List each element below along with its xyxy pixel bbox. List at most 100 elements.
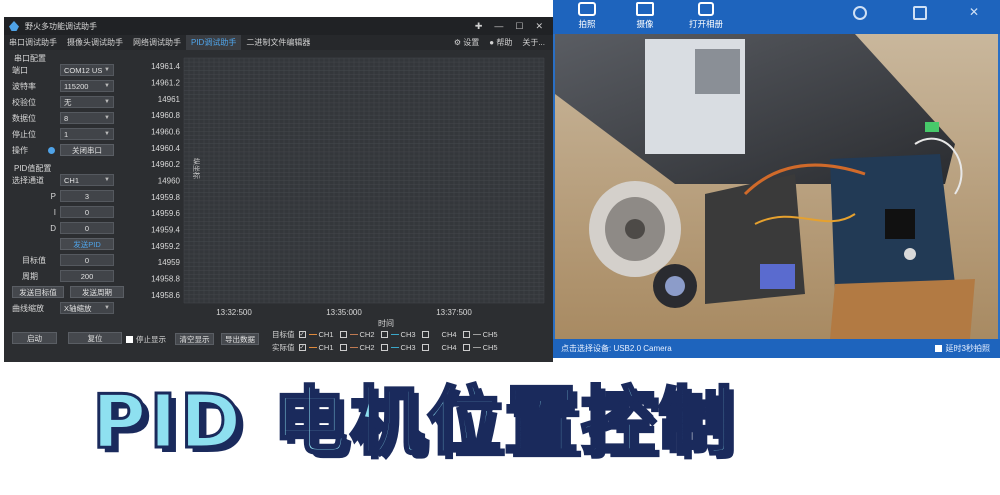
delay-photo-toggle[interactable]: 延时3秒拍照 xyxy=(934,343,990,354)
minimize-icon[interactable]: — xyxy=(494,21,503,32)
close-icon[interactable]: ✕ xyxy=(969,6,983,20)
tab-binary-editor[interactable]: 二进制文件编辑器 xyxy=(241,35,315,50)
target-ch4-toggle[interactable]: CH4 xyxy=(421,330,457,339)
send-target-button[interactable]: 发送目标值 xyxy=(12,286,64,298)
scale-select[interactable]: X轴缩放 ▼ xyxy=(60,302,114,314)
close-port-button[interactable]: 关闭串口 xyxy=(60,144,114,156)
target-ch5-toggle[interactable]: CH5 xyxy=(462,330,498,339)
album-icon xyxy=(698,2,714,16)
port-row: 端口 COM12 US ▼ xyxy=(12,64,124,76)
window-icon[interactable] xyxy=(913,6,927,20)
send-pid-button[interactable]: 发送PID xyxy=(60,238,114,250)
stop-display-toggle[interactable]: 停止显示 xyxy=(126,334,166,345)
period-row: 周期 200 xyxy=(12,270,124,282)
settings-button[interactable]: ⚙ 设置 xyxy=(454,37,479,48)
tab-serial[interactable]: 串口调试助手 xyxy=(4,35,62,50)
p-input[interactable]: 3 xyxy=(60,190,114,202)
target-ch3-toggle[interactable]: CH3 xyxy=(380,330,416,339)
serial-config-title: 串口配置 xyxy=(14,54,46,63)
open-album-label: 打开相册 xyxy=(688,19,723,29)
legend-label: CH5 xyxy=(482,330,498,339)
target-input[interactable]: 0 xyxy=(60,254,114,266)
legend-line xyxy=(472,347,481,348)
record-video-button[interactable]: 摄像 xyxy=(625,0,665,30)
scale-label: 曲线缩放 xyxy=(12,303,44,313)
pid-config-title: PID值配置 xyxy=(14,164,52,173)
legend-label: CH3 xyxy=(400,343,416,352)
about-button[interactable]: 关于... xyxy=(522,37,545,48)
tab-network[interactable]: 网络调试助手 xyxy=(128,35,186,50)
chevron-down-icon: ▼ xyxy=(104,99,110,105)
chevron-down-icon: ▼ xyxy=(104,67,110,73)
channel-row: 选择通道 CH1 ▼ xyxy=(12,174,124,186)
baud-label: 波特率 xyxy=(12,81,36,91)
i-row: I 0 xyxy=(12,206,124,218)
i-input[interactable]: 0 xyxy=(60,206,114,218)
d-row: D 0 xyxy=(12,222,124,234)
actual-ch5-toggle[interactable]: CH5 xyxy=(462,343,498,352)
y-tick-label: 14959 xyxy=(158,258,181,267)
y-tick-label: 14959.8 xyxy=(151,193,180,202)
target-ch1-toggle[interactable]: CH1 xyxy=(298,330,334,339)
y-axis-label: 纵坐标 xyxy=(192,158,201,179)
bottom-bar: 启动 复位 停止显示 清空显示 导出数据 目标值 CH1 CH2 CH3 CH4… xyxy=(4,328,553,362)
settings-circle-icon[interactable] xyxy=(853,6,867,20)
start-button[interactable]: 启动 xyxy=(12,332,57,344)
pin-icon[interactable]: ✚ xyxy=(475,21,483,32)
actual-ch1-checkbox[interactable] xyxy=(298,344,306,351)
actual-ch2-checkbox[interactable] xyxy=(339,344,347,351)
maximize-icon[interactable]: ☐ xyxy=(515,21,523,32)
actual-ch5-checkbox[interactable] xyxy=(462,344,470,351)
stop-display-checkbox[interactable] xyxy=(126,336,133,343)
target-ch4-checkbox[interactable] xyxy=(421,331,429,338)
stopbits-select[interactable]: 1 ▼ xyxy=(60,128,114,140)
y-tick-label: 14959.4 xyxy=(151,226,180,235)
port-select[interactable]: COM12 US ▼ xyxy=(60,64,114,76)
target-ch5-checkbox[interactable] xyxy=(462,331,470,338)
actual-ch3-toggle[interactable]: CH3 xyxy=(380,343,416,352)
target-legend-row: 目标值 CH1 CH2 CH3 CH4 CH5 xyxy=(272,329,504,340)
stopbits-label: 停止位 xyxy=(12,129,36,139)
databits-label: 数据位 xyxy=(12,113,36,123)
reset-button[interactable]: 复位 xyxy=(68,332,122,344)
legend-line xyxy=(431,347,440,348)
target-ch3-checkbox[interactable] xyxy=(380,331,388,338)
help-button[interactable]: ● 帮助 xyxy=(489,37,512,48)
delay-photo-checkbox[interactable] xyxy=(934,345,942,352)
close-icon[interactable]: ✕ xyxy=(535,21,543,32)
period-input[interactable]: 200 xyxy=(60,270,114,282)
actual-ch4-toggle[interactable]: CH4 xyxy=(421,343,457,352)
x-tick-label: 13:37:500 xyxy=(436,308,472,317)
camera-feed xyxy=(555,34,998,339)
open-album-button[interactable]: 打开相册 xyxy=(681,0,731,30)
target-ch2-checkbox[interactable] xyxy=(339,331,347,338)
legend-label: CH5 xyxy=(482,343,498,352)
chevron-down-icon: ▼ xyxy=(104,83,110,89)
parity-select[interactable]: 无 ▼ xyxy=(60,96,114,108)
caption-title: PID 电机位置控制 xyxy=(91,378,735,467)
databits-select[interactable]: 8 ▼ xyxy=(60,112,114,124)
period-label: 周期 xyxy=(22,271,38,281)
tab-pid[interactable]: PID调试助手 xyxy=(186,35,242,50)
legend-line xyxy=(308,347,317,348)
clear-display-button[interactable]: 清空显示 xyxy=(175,333,214,345)
actual-ch3-checkbox[interactable] xyxy=(380,344,388,351)
baud-select[interactable]: 115200 ▼ xyxy=(60,80,114,92)
target-ch2-toggle[interactable]: CH2 xyxy=(339,330,375,339)
take-photo-label: 拍照 xyxy=(578,19,596,29)
channel-select[interactable]: CH1 ▼ xyxy=(60,174,114,186)
export-data-button[interactable]: 导出数据 xyxy=(221,333,259,345)
channel-label: 选择通道 xyxy=(12,175,44,185)
actual-ch1-toggle[interactable]: CH1 xyxy=(298,343,334,352)
y-tick-label: 14961 xyxy=(158,95,181,104)
take-photo-button[interactable]: 拍照 xyxy=(567,0,607,30)
actual-ch4-checkbox[interactable] xyxy=(421,344,429,351)
d-input[interactable]: 0 xyxy=(60,222,114,234)
actual-ch2-toggle[interactable]: CH2 xyxy=(339,343,375,352)
legend-label: CH4 xyxy=(441,330,457,339)
device-select-label[interactable]: 点击选择设备: USB2.0 Camera xyxy=(561,343,672,354)
port-label: 端口 xyxy=(12,65,28,75)
send-period-button[interactable]: 发送周期 xyxy=(70,286,124,298)
tab-camera[interactable]: 摄像头调试助手 xyxy=(62,35,128,50)
target-ch1-checkbox[interactable] xyxy=(298,331,306,338)
